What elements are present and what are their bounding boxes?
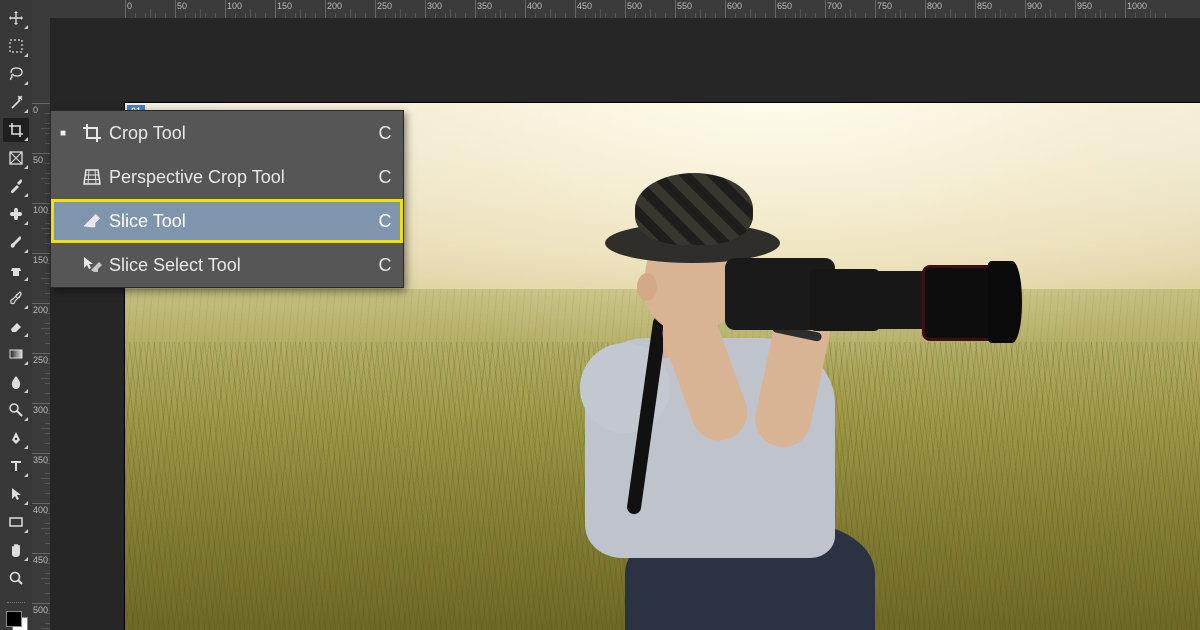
crop-icon [75, 122, 109, 144]
horizontal-ruler[interactable]: 0501001502002503003504004505005506006507… [50, 0, 1200, 19]
blur-tool[interactable] [3, 370, 29, 394]
pen-tool[interactable] [3, 426, 29, 450]
flyout-item-slice[interactable]: Slice Tool C [51, 199, 403, 243]
slice-select-icon [75, 254, 109, 276]
type-tool[interactable] [3, 454, 29, 478]
brush-tool[interactable] [3, 230, 29, 254]
flyout-item-slice-select[interactable]: Slice Select Tool C [51, 243, 403, 287]
zoom-tool[interactable] [3, 566, 29, 590]
rectangle-tool[interactable] [3, 510, 29, 534]
magic-wand-tool[interactable] [3, 90, 29, 114]
workspace: 0501001502002503003504004505005506006507… [32, 0, 1200, 630]
color-swatches[interactable] [4, 609, 28, 630]
frame-tool[interactable] [3, 146, 29, 170]
perspective-crop-icon [75, 166, 109, 188]
marquee-tool[interactable] [3, 34, 29, 58]
tools-panel [0, 0, 32, 630]
slice-icon [75, 210, 109, 232]
flyout-item-shortcut: C [367, 123, 403, 144]
flyout-item-crop[interactable]: ■ Crop Tool C [51, 111, 403, 155]
eraser-tool[interactable] [3, 314, 29, 338]
healing-brush-tool[interactable] [3, 202, 29, 226]
flyout-item-shortcut: C [367, 167, 403, 188]
gradient-tool[interactable] [3, 342, 29, 366]
crop-tool-flyout: ■ Crop Tool C Perspective Crop Tool C Sl… [50, 110, 404, 288]
move-tool[interactable] [3, 6, 29, 30]
foreground-color-swatch[interactable] [6, 611, 22, 627]
clone-stamp-tool[interactable] [3, 258, 29, 282]
hand-tool[interactable] [3, 538, 29, 562]
eyedropper-tool[interactable] [3, 174, 29, 198]
crop-tool[interactable] [3, 118, 29, 142]
flyout-item-label: Perspective Crop Tool [109, 167, 367, 188]
ruler-corner [32, 0, 51, 19]
flyout-item-label: Slice Select Tool [109, 255, 367, 276]
dodge-tool[interactable] [3, 398, 29, 422]
history-brush-tool[interactable] [3, 286, 29, 310]
flyout-item-perspective-crop[interactable]: Perspective Crop Tool C [51, 155, 403, 199]
app-root: 0501001502002503003504004505005506006507… [0, 0, 1200, 630]
active-bullet-icon: ■ [51, 128, 75, 139]
flyout-item-label: Slice Tool [109, 211, 367, 232]
path-selection-tool[interactable] [3, 482, 29, 506]
flyout-item-shortcut: C [367, 255, 403, 276]
flyout-item-shortcut: C [367, 211, 403, 232]
flyout-item-label: Crop Tool [109, 123, 367, 144]
vertical-ruler[interactable]: 050100150200250300350400450500550 [32, 18, 51, 630]
lasso-tool[interactable] [3, 62, 29, 86]
subject-person [485, 153, 925, 630]
